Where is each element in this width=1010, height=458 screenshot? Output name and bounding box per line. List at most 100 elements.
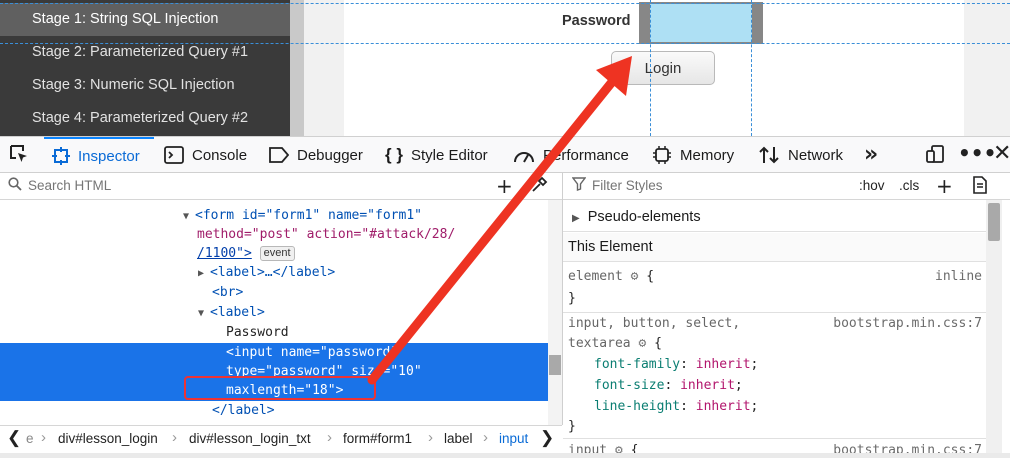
- markup-node-label-collapsed[interactable]: ▶ <label>…</label>: [0, 263, 548, 282]
- pseudo-elements-label: Pseudo-elements: [587, 209, 701, 225]
- login-button[interactable]: Login: [611, 51, 715, 85]
- tab-performance[interactable]: Performance: [513, 137, 629, 173]
- rules-view: ▶ Pseudo-elements This Element element ⚙…: [563, 200, 986, 458]
- markup-form-attrs-end: /1100"> event: [0, 244, 548, 263]
- maxlength-annotation-box: [184, 376, 376, 400]
- sidebar-item-stage-4[interactable]: Stage 4: Parameterized Query #2: [0, 102, 290, 135]
- tab-memory[interactable]: Memory: [652, 137, 734, 173]
- rule-source-bootstrap[interactable]: bootstrap.min.css:7: [833, 313, 982, 334]
- sidebar-item-stage-1[interactable]: Stage 1: String SQL Injection: [0, 3, 290, 36]
- expand-arrow-icon[interactable]: ▼: [198, 304, 210, 323]
- network-icon: [759, 146, 779, 164]
- more-tabs-icon[interactable]: »: [864, 142, 878, 167]
- window-bottom-edge: [0, 453, 1010, 458]
- expand-arrow-icon[interactable]: ▶: [572, 213, 580, 224]
- breadcrumb-scroll-right-icon[interactable]: ❯: [540, 428, 554, 448]
- gear-icon[interactable]: ⚙: [631, 269, 639, 284]
- rule-selector-textarea: textarea ⚙ {: [568, 336, 662, 351]
- devtools-search-row: + :hov .cls +: [0, 173, 1010, 200]
- tab-label: Debugger: [297, 146, 363, 164]
- sidebar-scrollbar[interactable]: [290, 0, 304, 136]
- breadcrumb-separator-icon: ›: [483, 429, 488, 446]
- tab-label: Performance: [543, 146, 629, 164]
- memory-icon: [653, 146, 671, 164]
- breadcrumb: ❮ e › div#lesson_login › div#lesson_logi…: [0, 425, 562, 453]
- tab-network[interactable]: Network: [758, 137, 843, 173]
- style-editor-icon: { }: [385, 145, 403, 164]
- pseudo-elements-header[interactable]: ▶ Pseudo-elements: [563, 203, 986, 232]
- tab-label: Console: [192, 146, 248, 164]
- markup-scrollbar[interactable]: [548, 200, 562, 425]
- markup-node-label[interactable]: ▼ <label>: [0, 303, 548, 322]
- declaration-font-family[interactable]: font-family: inherit;: [563, 354, 986, 375]
- declaration-font-size[interactable]: font-size: inherit;: [563, 375, 986, 396]
- rules-scrollbar-thumb[interactable]: [988, 203, 1000, 241]
- tab-label: Memory: [680, 146, 735, 164]
- breadcrumb-item-lesson-login[interactable]: div#lesson_login: [58, 431, 158, 446]
- print-simulation-icon[interactable]: [972, 176, 988, 199]
- rule-close-brace: }: [568, 291, 576, 306]
- debugger-icon: [269, 147, 289, 163]
- breadcrumb-separator-icon: ›: [172, 429, 177, 446]
- tab-console[interactable]: Console: [164, 137, 247, 173]
- password-input[interactable]: [650, 4, 752, 42]
- responsive-mode-icon[interactable]: [925, 144, 945, 169]
- search-icon: [8, 177, 22, 195]
- rule-element-selector: element ⚙ {inline: [563, 266, 986, 287]
- markup-form-attrs: method="post" action="#attack/28/: [197, 227, 456, 242]
- filter-styles-input[interactable]: [592, 178, 832, 193]
- tab-label: Network: [788, 146, 844, 164]
- tab-label: Style Editor: [410, 146, 488, 164]
- markup-node-label-close[interactable]: </label>: [0, 401, 548, 420]
- expand-arrow-icon[interactable]: ▶: [198, 264, 210, 283]
- password-label: Password: [562, 13, 631, 29]
- markup-node-br[interactable]: <br>: [0, 283, 548, 302]
- breadcrumb-item-label[interactable]: label: [444, 431, 473, 446]
- this-element-header: This Element: [563, 233, 986, 262]
- tab-style-editor[interactable]: { } Style Editor: [385, 137, 488, 173]
- element-picker-icon[interactable]: [8, 143, 30, 170]
- event-badge[interactable]: event: [259, 246, 295, 261]
- highlighter-guide-left: [650, 0, 651, 136]
- expand-arrow-icon[interactable]: ▼: [183, 207, 195, 226]
- highlighter-guide-bottom: [0, 43, 1010, 44]
- tab-debugger[interactable]: Debugger: [269, 137, 363, 173]
- add-node-icon[interactable]: +: [496, 174, 513, 198]
- rule-divider: [563, 438, 986, 439]
- more-options-icon[interactable]: •••: [958, 141, 996, 165]
- rule-close-brace: }: [568, 419, 576, 434]
- breadcrumb-item-e[interactable]: e: [26, 431, 34, 446]
- hover-state-toggle[interactable]: :hov: [859, 178, 885, 193]
- breadcrumb-item-lesson-login-txt[interactable]: div#lesson_login_txt: [189, 431, 311, 446]
- tab-inspector[interactable]: Inspector: [44, 137, 154, 173]
- markup-node-input-selected[interactable]: <input name="password": [0, 343, 548, 362]
- eyedropper-icon[interactable]: [530, 176, 548, 198]
- highlighter-guide-right: [751, 0, 752, 136]
- this-element-label: This Element: [568, 239, 653, 255]
- page-margin: [964, 0, 1010, 136]
- tab-label: Inspector: [78, 147, 140, 165]
- console-icon: [164, 146, 184, 164]
- rule-source-inline[interactable]: inline: [935, 266, 982, 287]
- breadcrumb-separator-icon: ›: [428, 429, 433, 446]
- markup-scrollbar-thumb[interactable]: [549, 355, 561, 375]
- filter-icon: [571, 177, 587, 195]
- breadcrumb-scroll-left-icon[interactable]: ❮: [7, 428, 21, 448]
- markup-text-node[interactable]: Password: [0, 323, 548, 342]
- add-rule-icon[interactable]: +: [936, 174, 953, 198]
- inspector-icon: [52, 147, 70, 165]
- highlighter-guide-top: [0, 3, 1010, 4]
- breadcrumb-separator-icon: ›: [41, 429, 46, 446]
- rule-selector-input: input, button, select, bootstrap.min.css:…: [563, 313, 986, 334]
- close-devtools-icon[interactable]: ✕: [993, 141, 1010, 166]
- sidebar-item-stage-3[interactable]: Stage 3: Numeric SQL Injection: [0, 69, 290, 102]
- lesson-sidebar: Stage 1: String SQL Injection Stage 2: P…: [0, 0, 290, 136]
- breadcrumb-item-form[interactable]: form#form1: [343, 431, 412, 446]
- markup-node-form[interactable]: ▼ <form id="form1" name="form1": [0, 206, 548, 225]
- class-toggle[interactable]: .cls: [899, 178, 919, 193]
- sidebar-item-stage-2[interactable]: Stage 2: Parameterized Query #1: [0, 36, 290, 69]
- search-html-input[interactable]: [28, 178, 488, 193]
- declaration-line-height[interactable]: line-height: inherit;: [563, 396, 986, 417]
- gear-icon[interactable]: ⚙: [638, 336, 646, 351]
- breadcrumb-item-input[interactable]: input: [499, 431, 528, 446]
